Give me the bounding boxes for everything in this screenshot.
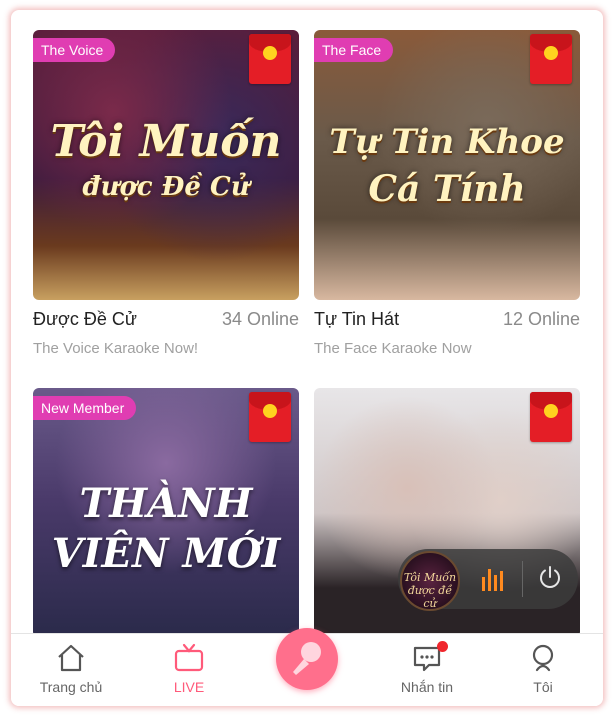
room-thumbnail[interactable]: Tôi Muốn được đề cử [314,388,580,638]
sing-button[interactable] [276,628,338,690]
red-envelope-icon[interactable] [249,34,291,84]
now-playing-disc[interactable]: Tôi Muốn được đề cử [400,551,460,611]
tab-label: Trang chủ [39,679,103,695]
category-tag: New Member [33,396,137,420]
red-envelope-icon[interactable] [249,392,291,442]
room-card-the-face[interactable]: Tự Tin Khoe Cá Tính The Face Tự Tin Hát … [314,30,580,357]
room-card-the-voice[interactable]: Tôi Muốn được Đề Cử The Voice Được Đề Cử… [33,30,299,357]
equalizer-icon [482,569,506,591]
mini-player[interactable]: Tôi Muốn được đề cử [398,549,578,611]
online-count: 12 Online [502,309,580,329]
tab-home[interactable]: Trang chủ [21,634,121,706]
tab-live[interactable]: LIVE [139,634,239,706]
room-thumbnail[interactable]: THÀNH VIÊN MỚI New Member [33,388,299,638]
poster-title-line2: được Đề Cử [82,172,250,202]
room-title: Được Đề Cử [33,309,137,329]
app-screen: Tôi Muốn được Đề Cử The Voice Được Đề Cử… [11,10,603,706]
room-title: Tự Tin Hát [314,309,400,329]
tab-profile[interactable]: Tôi [493,634,593,706]
category-tag: The Voice [33,38,116,62]
home-icon [58,644,84,672]
poster-title-line1: Tự Tin Khoe [329,122,565,162]
bottom-tab-bar: Trang chủ LIVE Nhắn tin Tôi [11,628,603,706]
tab-label: LIVE [173,679,205,695]
room-thumbnail[interactable]: Tự Tin Khoe Cá Tính The Face [314,30,580,300]
red-envelope-icon[interactable] [530,392,572,442]
disc-text: Tôi Muốn được đề cử [403,571,457,610]
microphone-icon [293,642,321,675]
category-tag: The Face [314,38,394,62]
poster-title-line2: Cá Tính [368,168,526,210]
profile-icon [532,644,554,672]
poster-title-line1: THÀNH [79,480,253,527]
online-count: 34 Online [221,309,299,329]
tab-messages[interactable]: Nhắn tin [377,634,477,706]
tab-label: Nhắn tin [400,679,454,695]
room-card-photo[interactable]: Tôi Muốn được đề cử [314,388,580,638]
room-subtitle: The Voice Karaoke Now! [33,340,199,357]
power-icon[interactable] [538,565,562,589]
red-envelope-icon[interactable] [530,34,572,84]
poster-title-line2: VIÊN MỚI [51,530,281,577]
divider [522,561,523,597]
room-thumbnail[interactable]: Tôi Muốn được Đề Cử The Voice [33,30,299,300]
room-subtitle: The Face Karaoke Now [314,340,472,357]
tab-label: Tôi [533,679,553,695]
notification-badge [437,641,448,652]
tv-icon [174,643,204,672]
poster-title-line1: Tôi Muốn [50,116,282,167]
room-card-new-member[interactable]: THÀNH VIÊN MỚI New Member [33,388,299,638]
